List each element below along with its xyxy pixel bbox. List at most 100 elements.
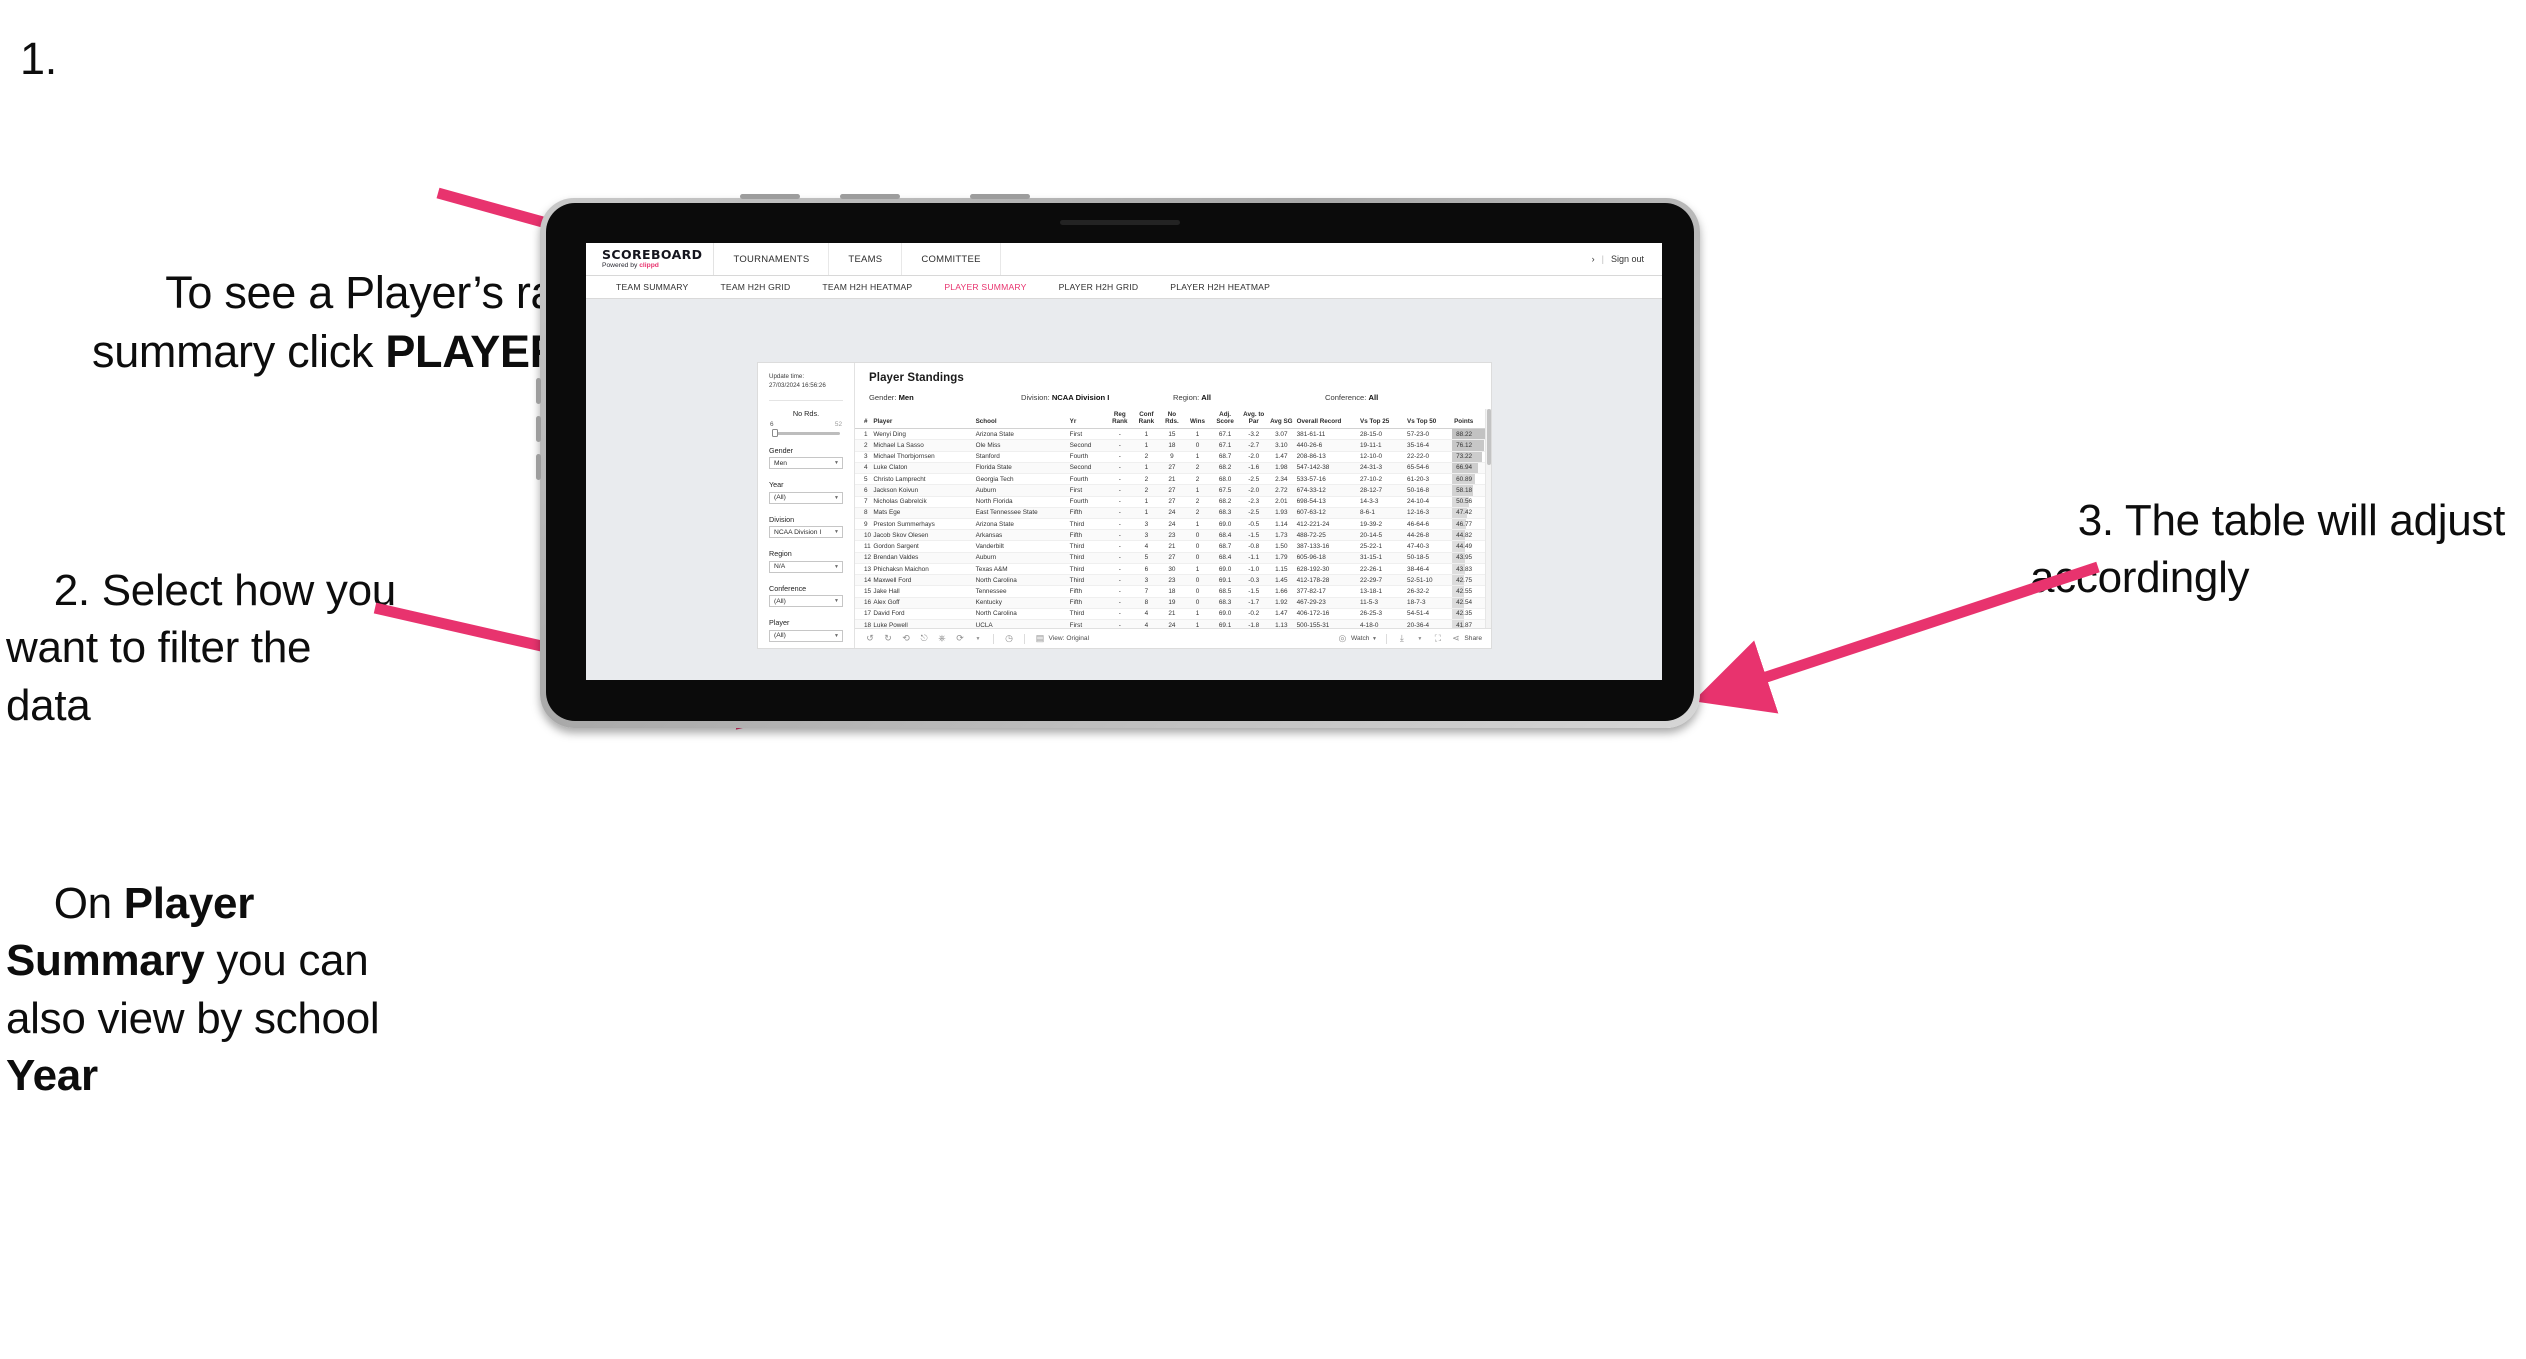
scrollbar-thumb[interactable] — [1487, 409, 1491, 465]
summary-region-label: Region: — [1173, 393, 1202, 402]
nav-item-tournaments[interactable]: TOURNAMENTS — [714, 243, 830, 275]
filter-year-label: Year — [769, 480, 784, 490]
col-avg-sg[interactable]: Avg SG — [1268, 409, 1295, 430]
filter-year-select[interactable]: (All) ▼ — [769, 491, 843, 504]
cell-vs-top-50: 24-10-4 — [1405, 496, 1453, 508]
col-year[interactable]: Yr — [1067, 409, 1107, 430]
col-vs-top-25[interactable]: Vs Top 25 — [1358, 409, 1406, 430]
logo-tagline-pre: Powered by — [602, 261, 640, 269]
cell-avg-to-par: -2.3 — [1239, 496, 1269, 508]
view-original-button[interactable]: ▤ View: Original — [1034, 633, 1089, 645]
annotation-step-1-number: 1. — [20, 33, 57, 84]
table-row[interactable]: 3 Michael Thorbjornsen Stanford Fourth -2 9 1 6… — [855, 451, 1491, 463]
sign-out-link[interactable]: Sign out — [1611, 254, 1644, 264]
cell-overall-record: 605-96-18 — [1294, 552, 1358, 564]
tab-team-h2h-heatmap[interactable]: TEAM H2H HEATMAP — [806, 276, 928, 299]
summary-gender: Gender: Men — [869, 393, 1021, 402]
table-row[interactable]: 9 Preston Summerhays Arizona State Third -3 2… — [855, 518, 1491, 531]
tab-team-summary[interactable]: TEAM SUMMARY — [600, 276, 704, 299]
table-row[interactable]: 18 Luke Powell UCLA First -4 24 1 69.1 -1.8 1.13 5… — [855, 619, 1491, 628]
revert-icon[interactable]: ⟲ — [900, 633, 912, 645]
filter-player-select[interactable]: (All) ▼ — [769, 629, 843, 642]
table-row[interactable]: 16 Alex Goff Kentucky Fifth -8 19 0 68.3 -1.7 1.9… — [855, 597, 1491, 609]
col-player[interactable]: Player — [871, 409, 974, 430]
cell-player: Wenyi Ding — [871, 428, 974, 441]
col-wins[interactable]: Wins — [1184, 409, 1211, 430]
pause-icon[interactable]: ⎋ — [918, 633, 930, 645]
resume-icon[interactable]: ⎈ — [936, 633, 948, 645]
no-rounds-slider-handle[interactable] — [772, 429, 778, 438]
table-row[interactable]: 12 Brendan Valdes Auburn Third -5 27 0 68.4 -1.1… — [855, 552, 1491, 564]
clock-icon[interactable]: ◷ — [1003, 633, 1015, 645]
cell-school: Auburn — [973, 484, 1068, 497]
cell-player: Luke Powell — [871, 619, 974, 628]
cell-school: Stanford — [973, 451, 1068, 463]
vertical-scrollbar[interactable] — [1485, 409, 1491, 628]
col-vs-top-50[interactable]: Vs Top 50 — [1405, 409, 1453, 430]
cell-year: Fourth — [1067, 451, 1107, 463]
redo-icon[interactable]: ↻ — [882, 633, 894, 645]
nav-item-committee[interactable]: COMMITTEE — [902, 243, 1001, 275]
filter-gender-select[interactable]: Men ▼ — [769, 457, 843, 470]
filter-conference-select[interactable]: (All) ▼ — [769, 595, 843, 608]
summary-conference: Conference: All — [1325, 393, 1477, 402]
app-logo[interactable]: SCOREBOARD Powered by clippd — [586, 243, 715, 275]
cell-rank: 10 — [855, 529, 872, 542]
cell-vs-top-25: 27-10-2 — [1358, 473, 1406, 486]
tab-player-summary[interactable]: PLAYER SUMMARY — [928, 276, 1042, 299]
no-rounds-slider-track[interactable] — [772, 429, 840, 438]
col-no-rounds[interactable]: No Rds. — [1159, 409, 1185, 430]
col-overall-record[interactable]: Overall Record — [1294, 409, 1358, 430]
cell-vs-top-25: 8-6-1 — [1358, 507, 1406, 519]
refresh-dropdown-icon[interactable]: ⟳ — [954, 633, 966, 645]
table-row[interactable]: 14 Maxwell Ford North Carolina Third -3 23 0 69… — [855, 574, 1491, 587]
table-row[interactable]: 1 Wenyi Ding Arizona State First -1 15 1 67.1 -3… — [855, 428, 1491, 441]
table-row[interactable]: 8 Mats Ege East Tennessee State Fifth -1 24 2 6… — [855, 507, 1491, 519]
tab-player-h2h-grid[interactable]: PLAYER H2H GRID — [1043, 276, 1155, 299]
download-icon[interactable]: ⤓ — [1396, 633, 1408, 645]
table-row[interactable]: 2 Michael La Sasso Ole Miss Second -1 18 0 67.1… — [855, 439, 1491, 452]
cell-vs-top-50: 52-51-10 — [1405, 574, 1453, 587]
nav-item-teams[interactable]: TEAMS — [829, 243, 903, 275]
table-row[interactable]: 10 Jacob Skov Olesen Arkansas Fifth -3 23 0 68.… — [855, 529, 1491, 542]
table-row[interactable]: 15 Jake Hall Tennessee Fifth -7 18 0 68.5 -1.5 1.… — [855, 585, 1491, 598]
chevron-down-icon[interactable]: ▼ — [1414, 633, 1426, 645]
col-reg-rank[interactable]: Reg Rank — [1106, 409, 1134, 430]
col-rank[interactable]: # — [855, 409, 872, 430]
summary-gender-label: Gender: — [869, 393, 899, 402]
table-row[interactable]: 4 Luke Claton Florida State Second -1 27 2 68.2… — [855, 462, 1491, 475]
cell-conf-rank: 2 — [1133, 473, 1160, 486]
cell-school: Tennessee — [973, 585, 1068, 598]
col-avg-to-par[interactable]: Avg. to Par — [1239, 409, 1269, 430]
undo-icon[interactable]: ↺ — [864, 633, 876, 645]
tab-team-h2h-grid[interactable]: TEAM H2H GRID — [704, 276, 806, 299]
table-row[interactable]: 5 Christo Lamprecht Georgia Tech Fourth -2 21… — [855, 473, 1491, 486]
tablet-device-mockup: SCOREBOARD Powered by clippd TOURNAMENTS… — [536, 194, 1700, 728]
cell-no-rounds: 27 — [1159, 462, 1185, 475]
cell-avg-to-par: -0.3 — [1239, 574, 1269, 587]
cell-conf-rank: 8 — [1133, 597, 1160, 609]
cell-vs-top-50: 50-18-5 — [1405, 552, 1453, 564]
cell-avg-sg: 2.72 — [1268, 484, 1295, 497]
share-button[interactable]: ⋖ Share — [1450, 633, 1482, 645]
table-row[interactable]: 6 Jackson Koivun Auburn First -2 27 1 67.5 -2.0 2… — [855, 484, 1491, 497]
standings-table-head: # Player School Yr Reg Rank Conf Rank No… — [855, 409, 1491, 430]
filter-region-select[interactable]: N/A ▼ — [769, 560, 843, 573]
table-row[interactable]: 17 David Ford North Carolina Third -4 21 1 69.0… — [855, 608, 1491, 621]
watch-button[interactable]: ◎ Watch ▼ — [1336, 633, 1377, 645]
tab-player-h2h-heatmap[interactable]: PLAYER H2H HEATMAP — [1154, 276, 1286, 299]
table-row[interactable]: 11 Gordon Sargent Vanderbilt Third -4 21 0 68.7… — [855, 540, 1491, 553]
cell-rank: 15 — [855, 585, 872, 598]
cell-vs-top-50: 54-51-4 — [1405, 608, 1453, 621]
table-row[interactable]: 13 Phichaksn Maichon Texas A&M Third -6 30 1 69… — [855, 563, 1491, 576]
table-row[interactable]: 7 Nicholas Gabrelcik North Florida Fourth -1… — [855, 496, 1491, 508]
cell-vs-top-25: 11-5-3 — [1358, 597, 1406, 609]
filter-division-select[interactable]: NCAA Division I ▼ — [769, 526, 843, 539]
col-school[interactable]: School — [973, 409, 1068, 430]
cell-adj-score: 68.2 — [1210, 462, 1240, 475]
col-conf-rank[interactable]: Conf Rank — [1133, 409, 1160, 430]
col-adj-score[interactable]: Adj. Score — [1210, 409, 1240, 430]
chevron-down-icon[interactable]: ▼ — [972, 633, 984, 645]
logo-wordmark: SCOREBOARD — [602, 246, 703, 262]
fullscreen-icon[interactable]: ⛶ — [1432, 633, 1444, 645]
